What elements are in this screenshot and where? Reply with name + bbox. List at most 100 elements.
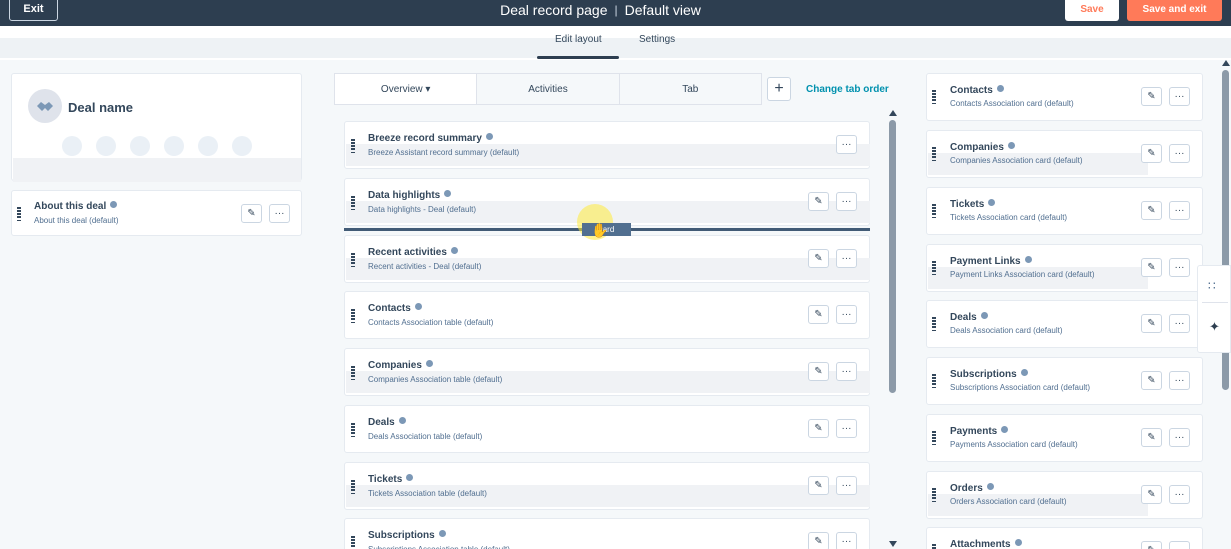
- drag-handle-icon[interactable]: [932, 488, 936, 502]
- edit-icon[interactable]: ✎: [241, 204, 262, 223]
- more-icon[interactable]: ···: [1169, 144, 1190, 163]
- sidebar-card[interactable]: Subscriptions Subscriptions Association c…: [926, 357, 1203, 405]
- middle-card[interactable]: Contacts Contacts Association table (defa…: [344, 291, 870, 339]
- more-icon[interactable]: ···: [1169, 87, 1190, 106]
- more-icon[interactable]: ···: [836, 249, 857, 268]
- card-title: Deals: [368, 417, 406, 428]
- drag-handle-icon[interactable]: [351, 480, 355, 494]
- action-circle[interactable]: [96, 136, 116, 156]
- add-tab-button[interactable]: +: [767, 77, 791, 101]
- more-icon[interactable]: ···: [836, 192, 857, 211]
- drag-handle-icon[interactable]: [351, 366, 355, 380]
- edit-icon[interactable]: ✎: [1141, 485, 1162, 504]
- tab-custom[interactable]: Tab: [620, 74, 761, 104]
- drag-handle-icon[interactable]: [351, 196, 355, 210]
- more-icon[interactable]: ···: [836, 362, 857, 381]
- sparkle-icon[interactable]: ✦: [1209, 319, 1220, 335]
- edit-icon[interactable]: ✎: [808, 362, 829, 381]
- edit-icon[interactable]: ✎: [808, 249, 829, 268]
- scroll-down-icon[interactable]: [889, 541, 897, 547]
- action-circle[interactable]: [198, 136, 218, 156]
- edit-icon[interactable]: ✎: [1141, 144, 1162, 163]
- middle-card[interactable]: Deals Deals Association table (default) ✎ ·…: [344, 405, 870, 453]
- drag-handle-icon[interactable]: [932, 147, 936, 161]
- edit-icon[interactable]: ✎: [808, 305, 829, 324]
- edit-icon[interactable]: ✎: [808, 476, 829, 495]
- middle-scrollbar[interactable]: [889, 110, 897, 547]
- sidebar-card[interactable]: Orders Orders Association card (default) ✎…: [926, 471, 1203, 519]
- more-icon[interactable]: ···: [836, 419, 857, 438]
- drag-handle-icon[interactable]: [351, 253, 355, 267]
- sidebar-card[interactable]: Deals Deals Association card (default) ✎ ··…: [926, 300, 1203, 348]
- change-tab-order-link[interactable]: Change tab order: [806, 84, 889, 95]
- drag-handle-icon[interactable]: [351, 309, 355, 323]
- card-subtitle: Contacts Association card (default): [950, 99, 1074, 108]
- more-icon[interactable]: ···: [1169, 428, 1190, 447]
- drag-handle-icon[interactable]: [351, 536, 355, 549]
- more-icon[interactable]: ···: [1169, 314, 1190, 333]
- drag-handle-icon[interactable]: [932, 544, 936, 549]
- sidebar-card[interactable]: Payments Payments Association card (defau…: [926, 414, 1203, 462]
- drag-handle-icon[interactable]: [932, 374, 936, 388]
- drag-handle-icon[interactable]: [932, 204, 936, 218]
- edit-icon[interactable]: ✎: [1141, 87, 1162, 106]
- more-icon[interactable]: ···: [1169, 258, 1190, 277]
- tab-overview[interactable]: Overview ▾: [335, 74, 478, 104]
- action-circle[interactable]: [130, 136, 150, 156]
- edit-icon[interactable]: ✎: [1141, 371, 1162, 390]
- view-name[interactable]: Default view: [625, 2, 701, 18]
- scroll-up-icon[interactable]: [1222, 60, 1230, 66]
- middle-card[interactable]: Tickets Tickets Association table (defaul…: [344, 462, 870, 510]
- edit-icon[interactable]: ✎: [1141, 314, 1162, 333]
- drag-handle-icon[interactable]: [932, 261, 936, 275]
- more-icon[interactable]: ···: [836, 305, 857, 324]
- scroll-up-icon[interactable]: [889, 110, 897, 116]
- more-icon[interactable]: ···: [836, 476, 857, 495]
- save-and-exit-button[interactable]: Save and exit: [1127, 0, 1222, 21]
- more-icon[interactable]: ···: [1169, 485, 1190, 504]
- edit-icon[interactable]: ✎: [808, 192, 829, 211]
- more-icon[interactable]: ···: [1169, 201, 1190, 220]
- deal-header-card[interactable]: Deal name: [11, 73, 302, 182]
- drag-handle-icon[interactable]: [351, 139, 355, 153]
- sidebar-card[interactable]: Tickets Tickets Association card (default…: [926, 187, 1203, 235]
- middle-card[interactable]: Companies Companies Association table (de…: [344, 348, 870, 396]
- action-circle[interactable]: [62, 136, 82, 156]
- more-icon[interactable]: ···: [269, 204, 290, 223]
- info-icon: [1014, 539, 1022, 546]
- grid-icon[interactable]: ∷: [1208, 279, 1216, 293]
- card-title: Subscriptions: [368, 530, 446, 541]
- tab-edit-layout[interactable]: Edit layout: [555, 34, 602, 45]
- tab-activities[interactable]: Activities: [477, 74, 620, 104]
- sidebar-card[interactable]: Companies Companies Association card (def…: [926, 130, 1203, 178]
- action-circle[interactable]: [232, 136, 252, 156]
- edit-icon[interactable]: ✎: [1141, 201, 1162, 220]
- edit-icon[interactable]: ✎: [808, 419, 829, 438]
- scroll-thumb[interactable]: [889, 120, 896, 393]
- drag-handle-icon[interactable]: [351, 423, 355, 437]
- more-icon[interactable]: ···: [1169, 541, 1190, 549]
- more-icon[interactable]: ···: [836, 135, 857, 154]
- drag-handle-icon[interactable]: [932, 90, 936, 104]
- middle-card[interactable]: Subscriptions Subscriptions Association t…: [344, 518, 870, 549]
- about-deal-card[interactable]: About this deal About this deal (default…: [11, 190, 302, 236]
- sidebar-card[interactable]: Contacts Contacts Association card (defau…: [926, 73, 1203, 121]
- drag-handle-icon[interactable]: [932, 431, 936, 445]
- more-icon[interactable]: ···: [1169, 371, 1190, 390]
- more-icon[interactable]: ···: [836, 532, 857, 549]
- edit-icon[interactable]: ✎: [1141, 258, 1162, 277]
- info-icon: [398, 417, 406, 424]
- drag-handle-icon[interactable]: [932, 317, 936, 331]
- save-button[interactable]: Save: [1065, 0, 1119, 21]
- edit-icon[interactable]: ✎: [1141, 541, 1162, 549]
- edit-icon[interactable]: ✎: [808, 532, 829, 549]
- sidebar-card[interactable]: Attachments ✎ ···: [926, 527, 1203, 549]
- drag-handle-icon[interactable]: [17, 207, 21, 221]
- card-subtitle: Orders Association card (default): [950, 497, 1067, 506]
- tab-settings[interactable]: Settings: [639, 34, 675, 45]
- middle-card[interactable]: Recent activities Recent activities - Dea…: [344, 235, 870, 283]
- middle-card[interactable]: Breeze record summary Breeze Assistant re…: [344, 121, 870, 169]
- sidebar-card[interactable]: Payment Links Payment Links Association c…: [926, 244, 1203, 292]
- edit-icon[interactable]: ✎: [1141, 428, 1162, 447]
- action-circle[interactable]: [164, 136, 184, 156]
